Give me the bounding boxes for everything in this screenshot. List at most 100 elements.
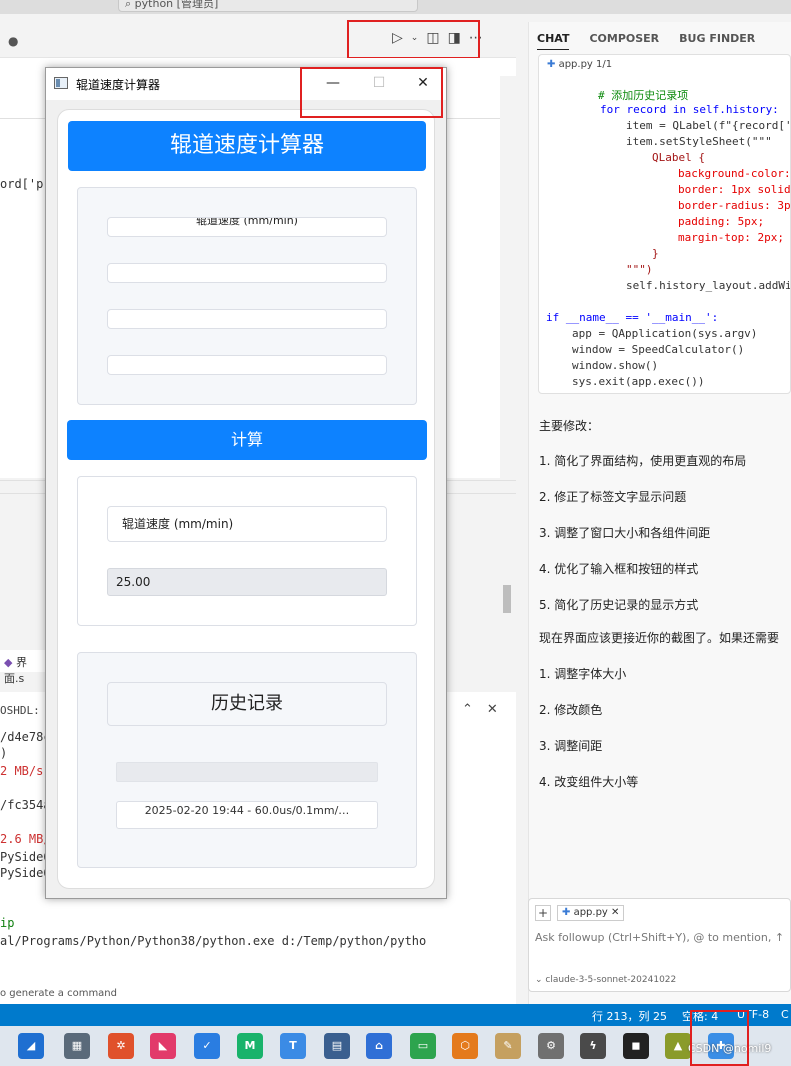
terminal-line: /d4e78c bbox=[0, 730, 51, 744]
result-label: 辊道速度 (mm/min) bbox=[107, 506, 387, 542]
tab-bug-finder[interactable]: BUG FINDER bbox=[679, 32, 755, 50]
browser-icon[interactable]: ◢ bbox=[18, 1033, 44, 1059]
code-line: item.setStyleSheet(""" bbox=[626, 135, 772, 148]
unsaved-dot-icon[interactable]: ● bbox=[8, 34, 18, 48]
search-text: python [管理员] bbox=[134, 0, 219, 10]
vscode-titlebar: ⌕ python [管理员] bbox=[0, 0, 791, 14]
chat-message: 1. 调整字体大小 bbox=[539, 667, 627, 681]
input-field[interactable]: 辊道速度 (mm/min) bbox=[107, 217, 387, 237]
chevron-up-icon[interactable]: ⌃ bbox=[462, 702, 473, 717]
highlight-box-editor-actions bbox=[347, 20, 480, 59]
terminal-line: PySide6 bbox=[0, 850, 51, 864]
tab-chat[interactable]: CHAT bbox=[537, 32, 570, 50]
python-file-icon: ✚ bbox=[547, 59, 559, 70]
terminal-line: ) bbox=[0, 746, 8, 760]
python-file-icon: ◆ bbox=[4, 656, 13, 669]
code-block: ✚ app.py 1/1 # 添加历史记录项 for record in sel… bbox=[538, 54, 791, 394]
eol[interactable]: C bbox=[781, 1008, 789, 1021]
close-icon[interactable]: ✕ bbox=[608, 907, 619, 918]
code-line: background-color: bbox=[678, 167, 791, 180]
terminal-controls: ⌃ ✕ bbox=[462, 702, 498, 717]
chat-message: 3. 调整间距 bbox=[539, 739, 603, 753]
code-line: QLabel { bbox=[652, 151, 705, 164]
chat-app-icon[interactable]: ▭ bbox=[410, 1033, 436, 1059]
code-line: border: 1px solid bbox=[678, 183, 791, 196]
search-icon: ⌕ bbox=[125, 0, 135, 10]
chat-message: 2. 修改颜色 bbox=[539, 703, 603, 717]
input-field[interactable] bbox=[107, 263, 387, 283]
paint-icon[interactable]: ✎ bbox=[495, 1033, 521, 1059]
code-line: } bbox=[652, 247, 659, 260]
close-panel-icon[interactable]: ✕ bbox=[487, 702, 498, 717]
app-icon[interactable]: ⬡ bbox=[452, 1033, 478, 1059]
history-item: 2025-02-20 19:44 - 60.0us/0.1mm/… bbox=[116, 801, 378, 829]
app-icon[interactable]: ϟ bbox=[580, 1033, 606, 1059]
terminal-hint: o generate a command bbox=[0, 988, 117, 999]
calculator-body: 辊道速度计算器 辊道速度 (mm/min) 计算 辊道速度 (mm/min) 2… bbox=[57, 109, 435, 889]
input-field[interactable] bbox=[107, 309, 387, 329]
app-icon[interactable]: ✓ bbox=[194, 1033, 220, 1059]
code-line: for record in self.history: bbox=[600, 103, 779, 116]
editor-scrollbar-thumb[interactable] bbox=[503, 585, 511, 613]
calculator-icon[interactable]: ▦ bbox=[64, 1033, 90, 1059]
desktop: ⌕ python [管理员] ● ▷ ⌄ ◫ ◨ ⋯ ord['p ◆ 界面.s… bbox=[0, 0, 791, 1066]
terminal-line: PySide6 bbox=[0, 866, 51, 880]
file-tab[interactable]: ◆ 界面.s bbox=[0, 650, 46, 685]
terminal-line: ip bbox=[0, 916, 15, 930]
code-line: padding: 5px; bbox=[678, 215, 765, 228]
command-center-search[interactable]: ⌕ python [管理员] bbox=[118, 0, 418, 12]
code-line: item = QLabel(f"{record[' bbox=[626, 119, 791, 132]
window-title: 辊道速度计算器 bbox=[76, 78, 161, 92]
ide-icon[interactable]: M bbox=[237, 1033, 263, 1059]
code-line: window.show() bbox=[572, 359, 659, 372]
code-line: border-radius: 3p bbox=[678, 199, 791, 212]
followup-input[interactable]: Ask followup (Ctrl+Shift+Y), @ to mentio… bbox=[535, 931, 784, 944]
taskbar: ◢ ▦ ✲ ◣ ✓ M T ▤ ⌂ ▭ ⬡ ✎ ⚙ ϟ ◼ ▲ ✚ bbox=[0, 1026, 791, 1066]
tab-composer[interactable]: COMPOSER bbox=[589, 32, 659, 50]
status-bar: 行 213，列 25 空格: 4 UTF-8 C bbox=[0, 1004, 791, 1026]
chat-message: 1. 简化了界面结构，使用更直观的布局 bbox=[539, 454, 747, 468]
add-context-button[interactable]: + bbox=[535, 905, 551, 921]
settings-icon[interactable]: ⚙ bbox=[538, 1033, 564, 1059]
app-icon[interactable]: ✲ bbox=[108, 1033, 134, 1059]
result-value: 25.00 bbox=[107, 568, 387, 596]
app-icon[interactable]: ◣ bbox=[150, 1033, 176, 1059]
input-group: 辊道速度 (mm/min) bbox=[77, 187, 417, 405]
input-field[interactable] bbox=[107, 355, 387, 375]
calculate-button[interactable]: 计算 bbox=[67, 420, 427, 460]
cursor-position[interactable]: 行 213，列 25 bbox=[592, 1008, 667, 1024]
code-block-file[interactable]: ✚ app.py 1/1 bbox=[547, 59, 612, 70]
model-selector[interactable]: ⌄ claude-3-5-sonnet-20241022 bbox=[535, 975, 676, 985]
history-scrollbar[interactable] bbox=[116, 762, 378, 782]
app-window-icon bbox=[54, 77, 68, 89]
code-line: app = QApplication(sys.argv) bbox=[572, 327, 758, 340]
python-file-icon: ✚ bbox=[562, 907, 574, 918]
app-icon[interactable]: ◼ bbox=[623, 1033, 649, 1059]
chat-message: 4. 优化了输入框和按钮的样式 bbox=[539, 562, 699, 576]
chat-message: 2. 修正了标签文字显示问题 bbox=[539, 490, 687, 504]
code-line: window = SpeedCalculator() bbox=[572, 343, 745, 356]
code-line: """) bbox=[626, 263, 653, 276]
code-file-label: app.py 1/1 bbox=[558, 59, 613, 70]
chat-message: 5. 简化了历史记录的显示方式 bbox=[539, 598, 699, 612]
history-group: 历史记录 2025-02-20 19:44 - 60.0us/0.1mm/… bbox=[77, 652, 417, 868]
chat-message: 现在界面应该更接近你的截图了。如果还需要 bbox=[539, 631, 780, 645]
calculator-window: 辊道速度计算器 — ☐ ✕ 辊道速度计算器 辊道速度 (mm/min) 计算 辊… bbox=[45, 67, 447, 899]
context-chip[interactable]: ✚ app.py ✕ bbox=[557, 905, 625, 921]
reader-icon[interactable]: ▤ bbox=[324, 1033, 350, 1059]
terminal-line: /fc354a bbox=[0, 798, 51, 812]
terminal-line: al/Programs/Python/Python38/python.exe d… bbox=[0, 934, 427, 948]
editor-scrollbar[interactable] bbox=[500, 76, 516, 616]
text-file-icon[interactable]: T bbox=[280, 1033, 306, 1059]
chat-message: 主要修改： bbox=[539, 419, 600, 433]
app-icon[interactable]: ⌂ bbox=[366, 1033, 392, 1059]
history-title: 历史记录 bbox=[107, 682, 387, 726]
app-header: 辊道速度计算器 bbox=[68, 121, 426, 171]
editor-code-fragment: ord['p bbox=[0, 177, 44, 191]
code-line: self.history_layout.addWi bbox=[626, 279, 791, 292]
code-line: margin-top: 2px; bbox=[678, 231, 784, 244]
model-label: claude-3-5-sonnet-20241022 bbox=[545, 975, 677, 985]
result-group: 辊道速度 (mm/min) 25.00 bbox=[77, 476, 417, 626]
highlight-box-taskbar bbox=[690, 1010, 749, 1066]
terminal-line: 2 MB/s bbox=[0, 764, 44, 778]
